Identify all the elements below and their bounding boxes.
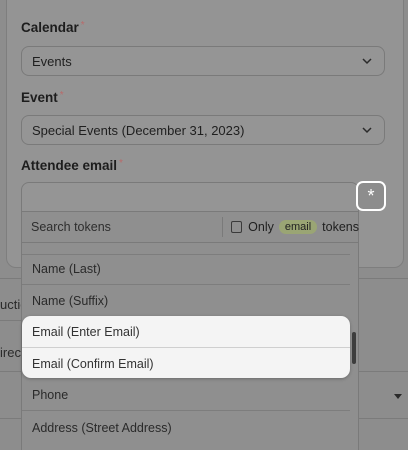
required-asterisk: *	[59, 90, 64, 101]
only-email-checkbox[interactable]	[230, 221, 243, 233]
token-search-row: Search tokens Only email tokens	[21, 212, 359, 243]
event-select[interactable]: Special Events (December 31, 2023)	[21, 115, 385, 145]
event-label: Event *	[21, 90, 64, 105]
token-option-email-enter[interactable]: Email (Enter Email)	[22, 316, 350, 347]
chevron-down-icon	[362, 127, 372, 134]
token-search-input[interactable]: Search tokens	[21, 220, 222, 234]
chevron-down-icon	[362, 58, 372, 65]
attendee-email-label: Attendee email *	[21, 158, 123, 173]
required-asterisk: *	[119, 158, 123, 169]
divider	[0, 320, 22, 321]
dropdown-scrollbar[interactable]	[352, 332, 356, 364]
event-select-value: Special Events (December 31, 2023)	[32, 122, 245, 138]
calendar-select-value: Events	[32, 53, 72, 69]
token-option[interactable]: Name (Last)	[22, 254, 350, 285]
insert-token-button[interactable]: *	[356, 181, 386, 211]
attendee-email-input[interactable]	[21, 182, 359, 212]
token-option-email-confirm[interactable]: Email (Confirm Email)	[22, 348, 350, 379]
only-label: Only	[248, 220, 274, 234]
token-option[interactable]: Name (Suffix)	[22, 285, 350, 316]
caret-down-icon[interactable]	[394, 394, 402, 399]
tokens-label: tokens	[322, 220, 359, 234]
calendar-label: Calendar *	[21, 20, 85, 35]
divider	[221, 217, 223, 237]
required-asterisk: *	[80, 20, 85, 31]
token-option[interactable]: Address (Street Address)	[22, 412, 350, 443]
email-filter-pill: email	[278, 220, 318, 234]
calendar-select[interactable]: Events	[21, 46, 385, 76]
token-option[interactable]: Phone	[22, 380, 350, 411]
